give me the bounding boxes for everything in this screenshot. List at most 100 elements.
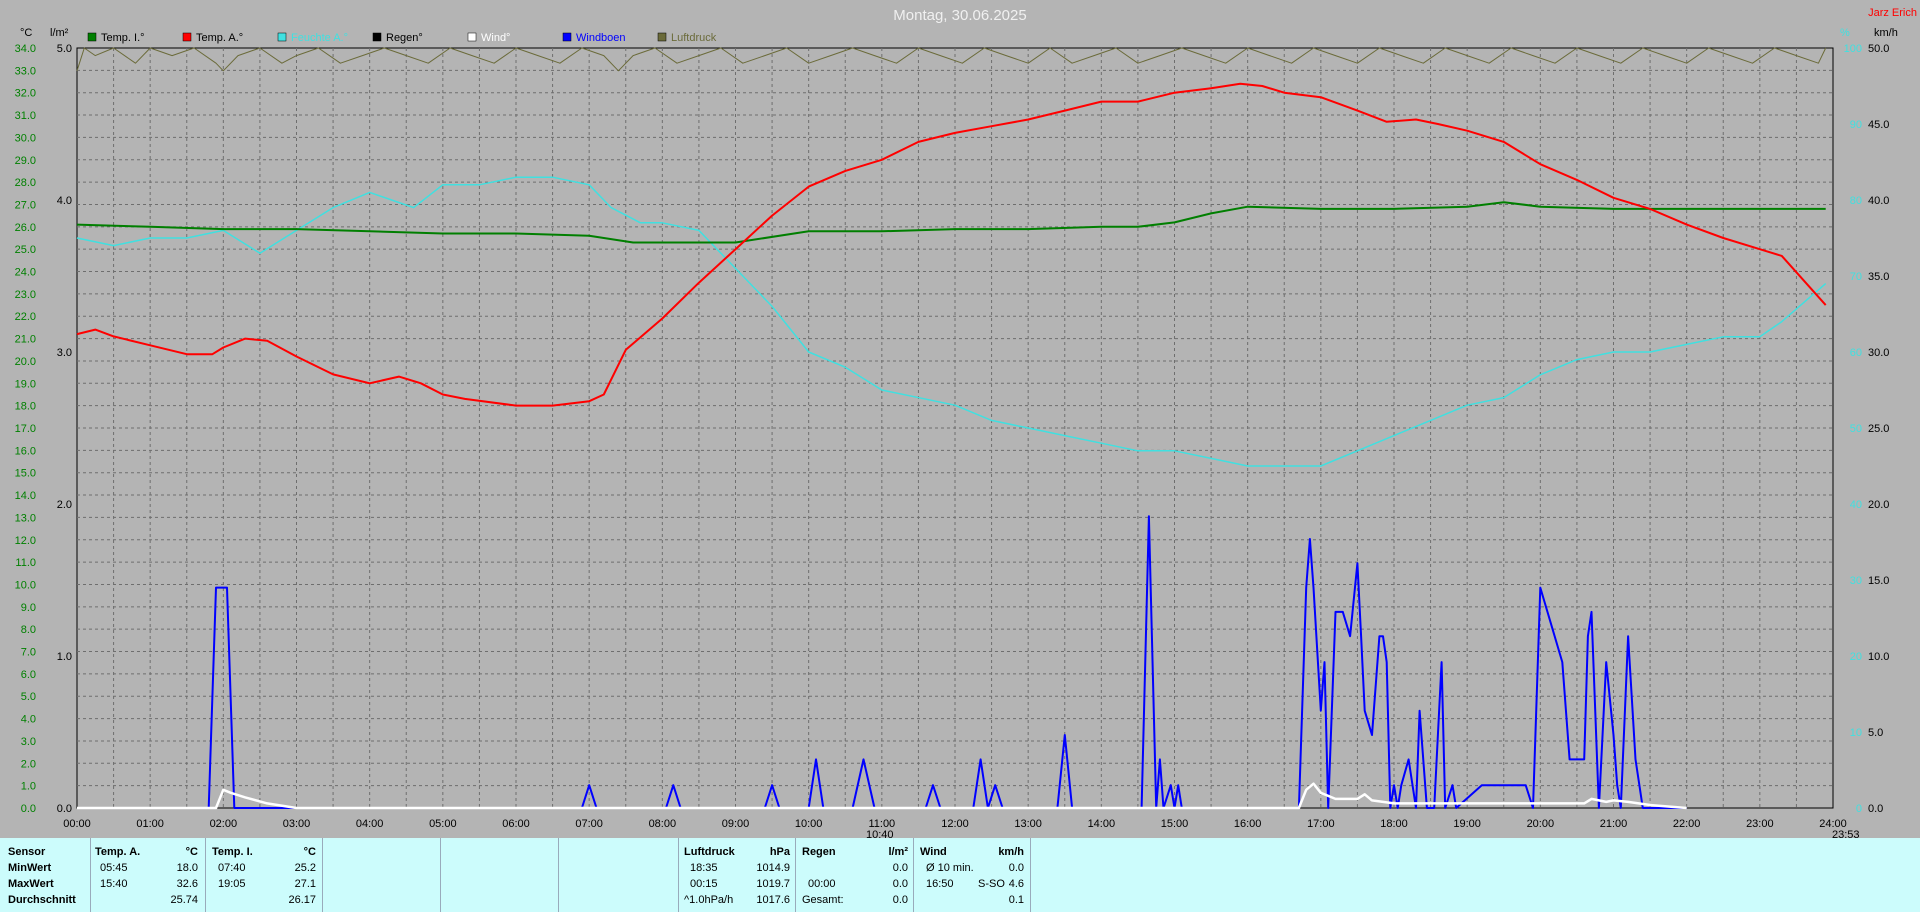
- humidity-tick-label: 70: [1850, 271, 1862, 283]
- wind-tick-label: 35.0: [1868, 271, 1889, 283]
- temp-tick-label: 6.0: [21, 669, 36, 681]
- divider: [795, 838, 796, 912]
- unit-wind-right: km/h: [1874, 27, 1898, 39]
- legend-label: Windboen: [576, 32, 626, 44]
- sunrise-marker: 10:40: [866, 829, 894, 838]
- temp-i-max-time: 19:05: [218, 878, 246, 890]
- humidity-tick-label: 30: [1850, 575, 1862, 587]
- temp-tick-label: 19.0: [15, 378, 36, 390]
- temp-tick-label: 8.0: [21, 624, 36, 636]
- author-label: Jarz Erich: [1868, 7, 1917, 19]
- temp-a-max-value: 32.6: [176, 878, 198, 890]
- humidity-tick-label: 20: [1850, 651, 1862, 663]
- temp-tick-label: 11.0: [15, 557, 36, 569]
- x-tick-label: 19:00: [1453, 818, 1481, 830]
- temp-tick-label: 13.0: [15, 512, 36, 524]
- temp-tick-label: 9.0: [21, 602, 36, 614]
- temp-i-max-value: 27.1: [294, 878, 316, 890]
- unit-temp-left: °C: [20, 27, 32, 39]
- rain-tick-label: 3.0: [57, 347, 72, 359]
- rain-tick-label: 1.0: [57, 651, 72, 663]
- legend-label: Temp. I.°: [101, 32, 145, 44]
- temp-tick-label: 3.0: [21, 736, 36, 748]
- humidity-tick-label: 100: [1844, 43, 1862, 55]
- rain-max-value: 0.0: [892, 878, 908, 890]
- pressure-max-time: 00:15: [690, 878, 718, 890]
- divider: [558, 838, 559, 912]
- x-tick-label: 21:00: [1600, 818, 1628, 830]
- temp-tick-label: 18.0: [15, 401, 36, 413]
- divider: [1030, 838, 1031, 912]
- x-tick-label: 00:00: [63, 818, 91, 830]
- temp-i-min-value: 25.2: [294, 862, 316, 874]
- x-tick-label: 03:00: [283, 818, 311, 830]
- rain-unit: l/m²: [888, 846, 908, 858]
- x-tick-label: 15:00: [1161, 818, 1189, 830]
- temp-tick-label: 12.0: [15, 535, 36, 547]
- row-label-max: MaxWert: [8, 878, 54, 890]
- legend-label: Regen°: [386, 32, 423, 44]
- temp-tick-label: 23.0: [15, 289, 36, 301]
- humidity-tick-label: 40: [1850, 499, 1862, 511]
- temp-a-min-time: 05:45: [100, 862, 128, 874]
- wind-max-time: 16:50: [926, 878, 954, 890]
- divider: [205, 838, 206, 912]
- rain-tick-label: 5.0: [57, 43, 72, 55]
- temp-i-header: Temp. I.: [212, 846, 253, 858]
- wind-tick-label: 10.0: [1868, 651, 1889, 663]
- wind-avg10-value: 0.0: [1008, 862, 1024, 874]
- wind-tick-label: 40.0: [1868, 195, 1889, 207]
- temp-tick-label: 20.0: [15, 356, 36, 368]
- temp-tick-label: 2.0: [21, 758, 36, 770]
- wind-max-direction: S-SO: [978, 878, 1005, 890]
- temp-tick-label: 10.0: [15, 579, 36, 591]
- unit-rain-left: l/m²: [50, 27, 69, 39]
- x-tick-label: 10:00: [795, 818, 823, 830]
- x-tick-label: 02:00: [210, 818, 238, 830]
- temp-tick-label: 32.0: [15, 88, 36, 100]
- temp-a-header: Temp. A.: [95, 846, 141, 858]
- x-tick-label: 09:00: [722, 818, 750, 830]
- humidity-tick-label: 50: [1850, 423, 1862, 435]
- temp-a-avg-value: 25.74: [170, 894, 198, 906]
- x-tick-label: 12:00: [941, 818, 969, 830]
- temp-a-max-time: 15:40: [100, 878, 128, 890]
- x-tick-label: 18:00: [1380, 818, 1408, 830]
- temp-tick-label: 26.0: [15, 222, 36, 234]
- x-tick-label: 05:00: [429, 818, 457, 830]
- weather-chart: Montag, 30.06.2025 Jarz Erich °C l/m² % …: [0, 0, 1920, 838]
- pressure-min-value: 1014.9: [756, 862, 790, 874]
- x-tick-label: 22:00: [1673, 818, 1701, 830]
- x-tick-label: 17:00: [1307, 818, 1335, 830]
- wind-tick-label: 15.0: [1868, 575, 1889, 587]
- humidity-tick-label: 90: [1850, 119, 1862, 131]
- temp-tick-label: 16.0: [15, 445, 36, 457]
- x-tick-label: 08:00: [649, 818, 677, 830]
- x-tick-label: 13:00: [1014, 818, 1042, 830]
- wind-tick-label: 20.0: [1868, 499, 1889, 511]
- wind-tick-label: 30.0: [1868, 347, 1889, 359]
- humidity-tick-label: 80: [1850, 195, 1862, 207]
- legend-swatch: [562, 32, 572, 42]
- wind-unit: km/h: [998, 846, 1024, 858]
- statistics-panel: Sensor MinWert MaxWert Durchschnitt Temp…: [0, 838, 1920, 912]
- sensor-header: Sensor: [8, 846, 46, 858]
- temp-i-avg-value: 26.17: [288, 894, 316, 906]
- temp-tick-label: 28.0: [15, 177, 36, 189]
- chart-grid: [76, 47, 1834, 809]
- unit-humidity-right: %: [1840, 27, 1850, 39]
- wind-tick-label: 25.0: [1868, 423, 1889, 435]
- rain-tick-label: 4.0: [57, 195, 72, 207]
- pressure-header: Luftdruck: [684, 846, 735, 858]
- temp-i-unit: °C: [303, 846, 316, 858]
- legend-label: Feuchte A.°: [291, 32, 348, 44]
- rain-tick-label: 2.0: [57, 499, 72, 511]
- temp-tick-label: 33.0: [15, 65, 36, 77]
- pressure-avg-value: 1017.6: [756, 894, 790, 906]
- pressure-unit: hPa: [769, 846, 790, 858]
- pressure-trend-label: ^1.0hPa/h: [684, 894, 734, 906]
- row-label-avg: Durchschnitt: [8, 894, 76, 906]
- row-label-min: MinWert: [8, 862, 52, 874]
- legend-swatch: [467, 32, 477, 42]
- temp-tick-label: 15.0: [15, 468, 36, 480]
